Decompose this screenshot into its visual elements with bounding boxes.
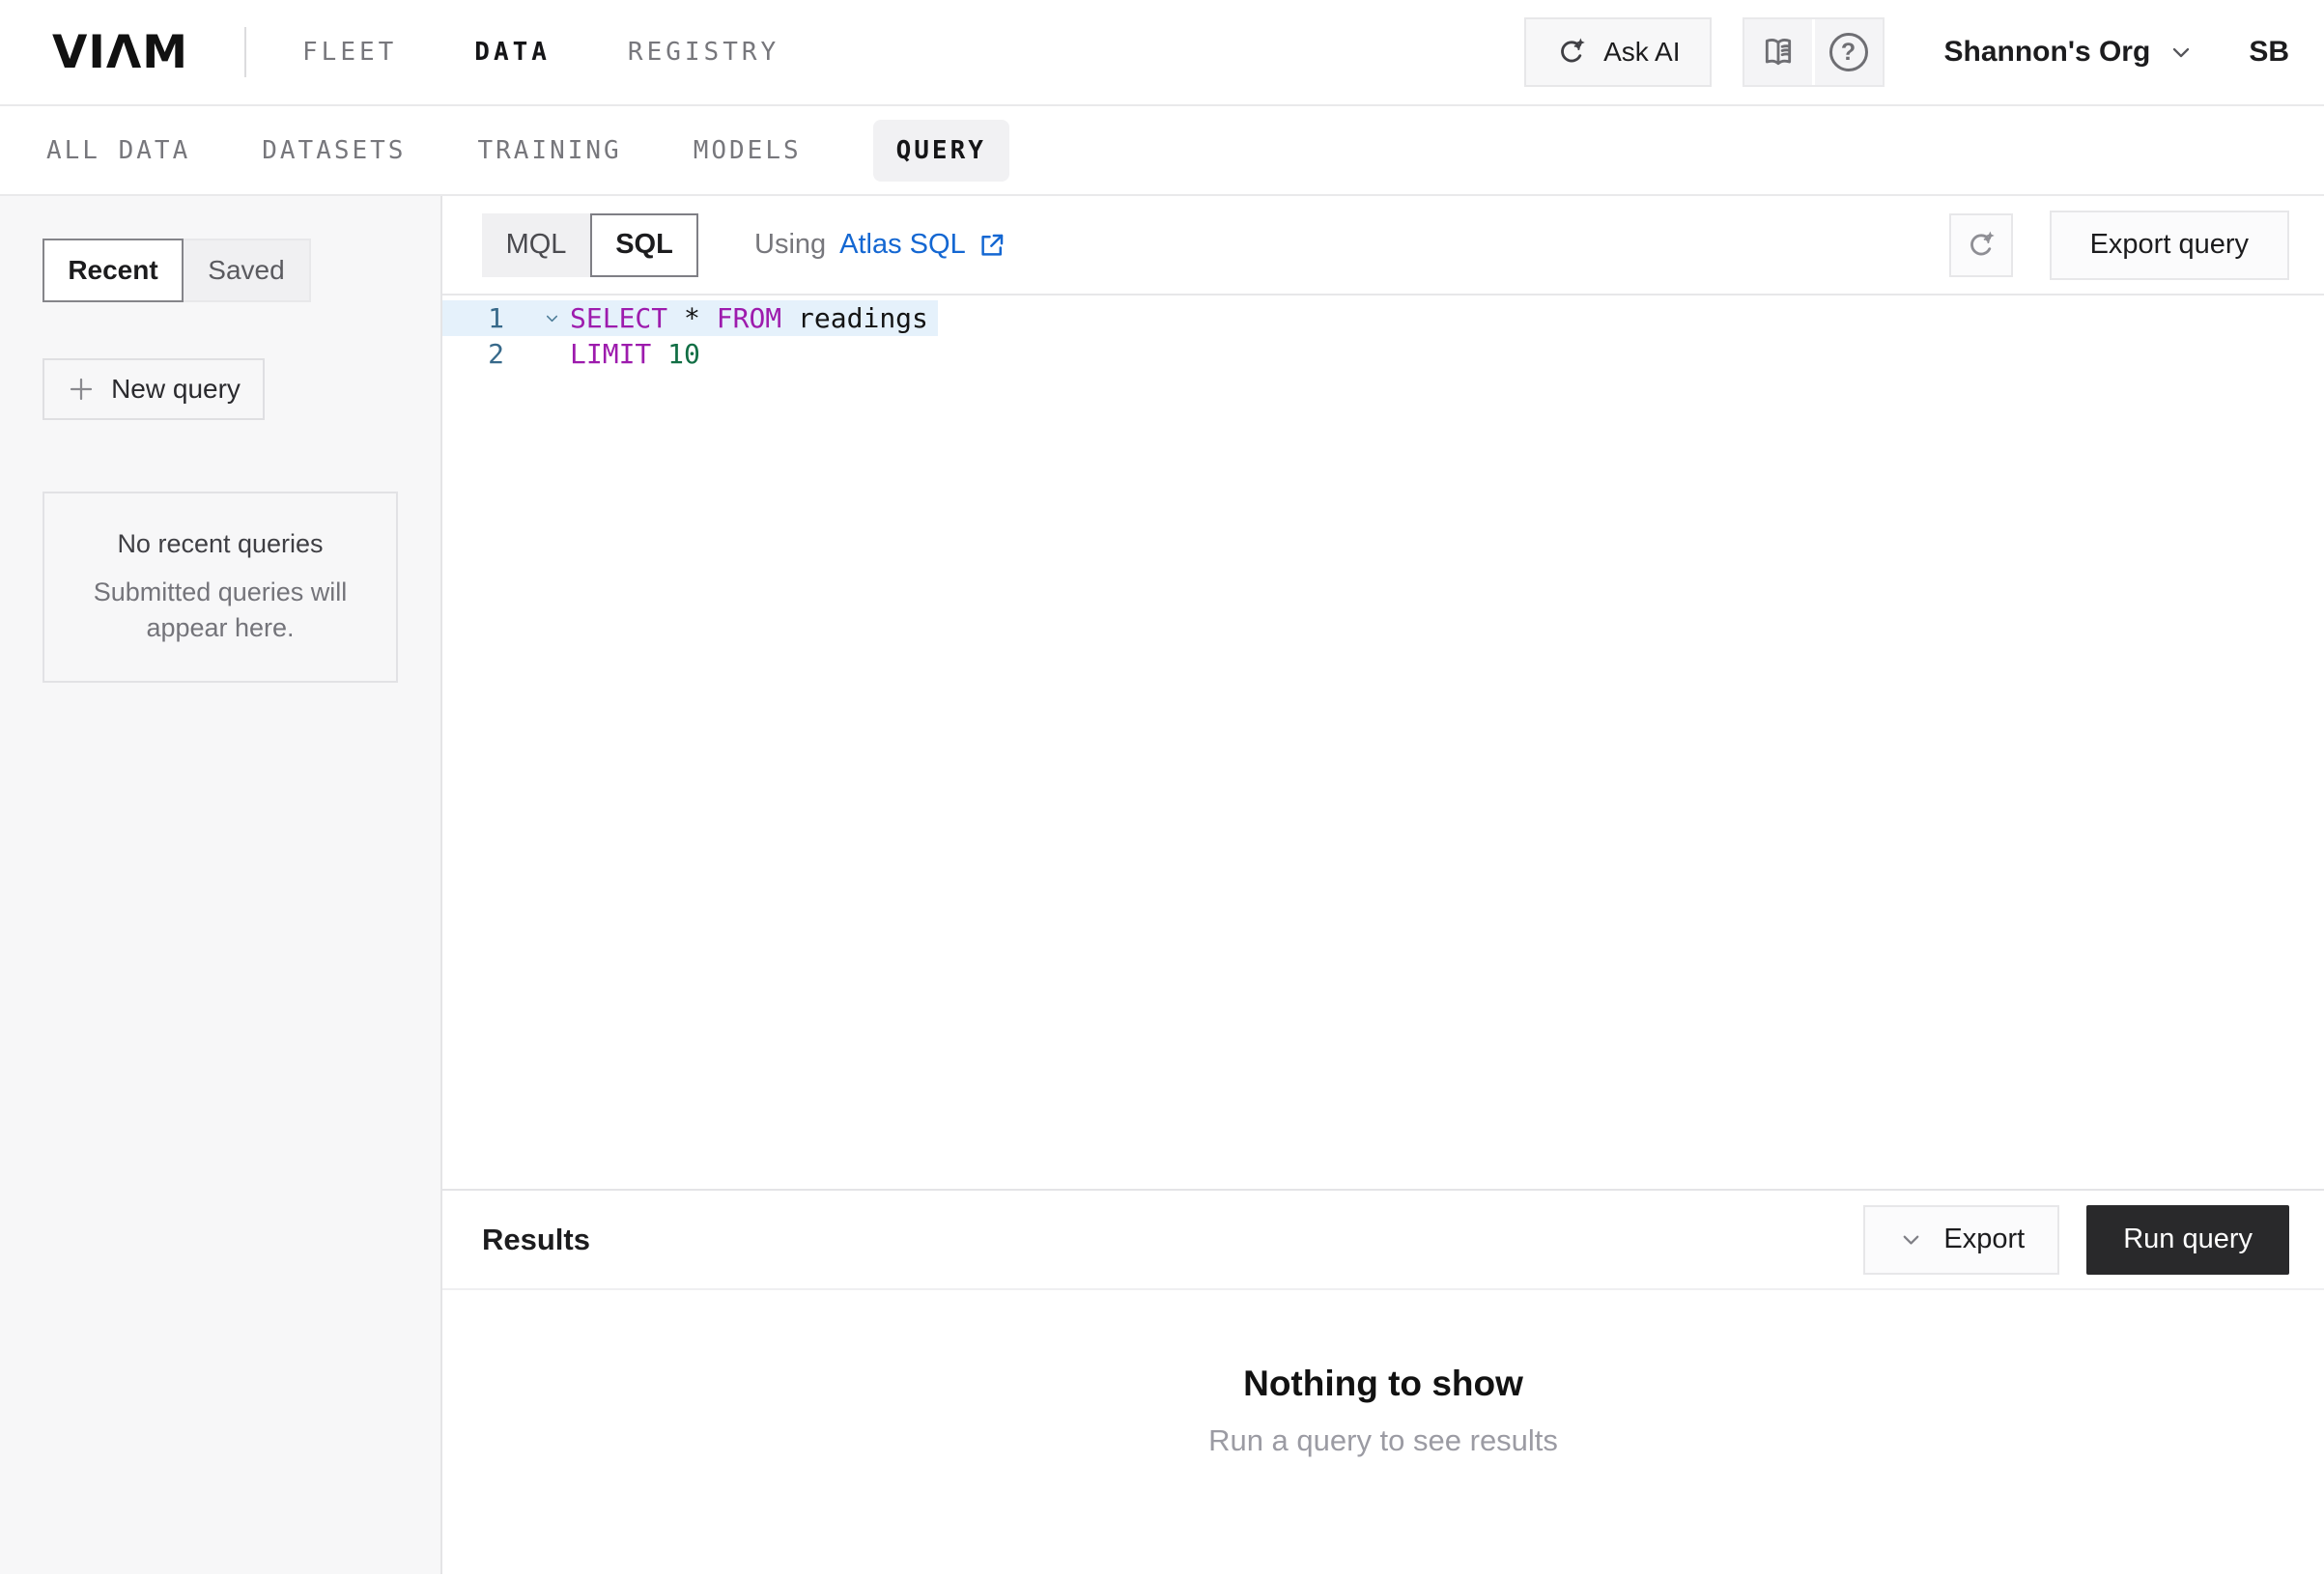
fold-chevron-icon[interactable] (539, 309, 564, 327)
tab-models[interactable]: MODELS (694, 136, 802, 165)
tab-all-data[interactable]: ALL DATA (46, 136, 190, 165)
nav-registry[interactable]: REGISTRY (628, 38, 779, 67)
results-bar: Results Export Run query (442, 1189, 2324, 1290)
query-sidebar: Recent Saved New query No recent queries… (0, 196, 442, 1574)
code-line-1[interactable]: 1 SELECT * FROM readings (442, 300, 938, 336)
org-switcher[interactable]: Shannon's Org (1944, 36, 2196, 69)
new-query-label: New query (111, 374, 241, 405)
nav-fleet[interactable]: FLEET (302, 38, 397, 67)
results-empty-state: Nothing to show Run a query to see resul… (442, 1290, 2324, 1574)
sql-code-editor[interactable]: 1 SELECT * FROM readings 2 LIMIT 10 (442, 294, 2324, 1189)
export-results-button[interactable]: Export (1863, 1205, 2059, 1275)
code-line-2[interactable]: 2 LIMIT 10 (442, 336, 710, 372)
using-label: Using (754, 229, 826, 261)
tab-recent[interactable]: Recent (43, 239, 184, 302)
run-query-button[interactable]: Run query (2086, 1205, 2289, 1275)
top-nav: FLEET DATA REGISTRY (302, 38, 779, 67)
atlas-sql-link-label: Atlas SQL (839, 229, 966, 261)
empty-state-subtitle: Submitted queries will appear here. (71, 575, 369, 645)
results-actions: Export Run query (1863, 1205, 2289, 1275)
external-link-icon (978, 231, 1006, 260)
tab-datasets[interactable]: DATASETS (262, 136, 406, 165)
viam-logo[interactable]: VIΛM (52, 26, 188, 79)
atlas-sql-link[interactable]: Atlas SQL (839, 229, 1006, 261)
plus-icon (67, 375, 96, 404)
using-atlas-sql: Using Atlas SQL (754, 229, 1006, 261)
mode-tab-sql[interactable]: SQL (590, 213, 698, 277)
nothing-to-show-title: Nothing to show (1243, 1364, 1523, 1404)
export-results-label: Export (1943, 1224, 2025, 1255)
recent-queries-empty-state: No recent queries Submitted queries will… (43, 492, 398, 683)
chevron-down-icon (2168, 39, 2195, 66)
query-mode-tabs: MQL SQL (482, 213, 698, 277)
tab-training[interactable]: TRAINING (477, 136, 621, 165)
help-question-icon[interactable]: ? (1815, 19, 1883, 85)
sidebar-tabs: Recent Saved (43, 239, 398, 302)
ask-ai-button[interactable]: Ask AI (1524, 17, 1711, 87)
line-number-1: 1 (442, 302, 504, 334)
empty-state-title: No recent queries (117, 529, 323, 559)
user-avatar[interactable]: SB (2249, 36, 2289, 69)
tab-saved[interactable]: Saved (184, 239, 311, 302)
editor-toolbar-right: Export query (1949, 211, 2289, 280)
results-title: Results (482, 1223, 590, 1257)
data-subnav: ALL DATA DATASETS TRAINING MODELS QUERY (0, 106, 2324, 196)
ask-ai-label: Ask AI (1603, 37, 1680, 68)
mode-tab-mql[interactable]: MQL (482, 213, 590, 277)
top-header: VIΛM FLEET DATA REGISTRY Ask AI (0, 0, 2324, 106)
ai-generate-icon-button[interactable] (1949, 213, 2013, 277)
export-query-button[interactable]: Export query (2050, 211, 2289, 280)
nav-data[interactable]: DATA (474, 38, 551, 67)
documentation-book-icon[interactable] (1744, 19, 1812, 85)
line-number-2: 2 (442, 338, 504, 370)
header-right: Ask AI ? Shannon's Org SB (1524, 17, 2289, 87)
nothing-to-show-subtitle: Run a query to see results (1208, 1423, 1558, 1458)
new-query-button[interactable]: New query (43, 358, 265, 420)
query-main: MQL SQL Using Atlas SQL (442, 196, 2324, 1574)
chevron-down-icon (1898, 1226, 1924, 1252)
ai-sparkle-refresh-icon (1555, 36, 1588, 69)
org-name: Shannon's Org (1944, 36, 2151, 69)
code-line-2-text: LIMIT 10 (570, 338, 710, 370)
help-icon-group: ? (1743, 17, 1885, 87)
editor-toolbar: MQL SQL Using Atlas SQL (442, 196, 2324, 294)
content: Recent Saved New query No recent queries… (0, 196, 2324, 1574)
code-line-1-text: SELECT * FROM readings (570, 302, 938, 334)
header-divider (244, 27, 246, 77)
tab-query[interactable]: QUERY (873, 120, 1009, 182)
